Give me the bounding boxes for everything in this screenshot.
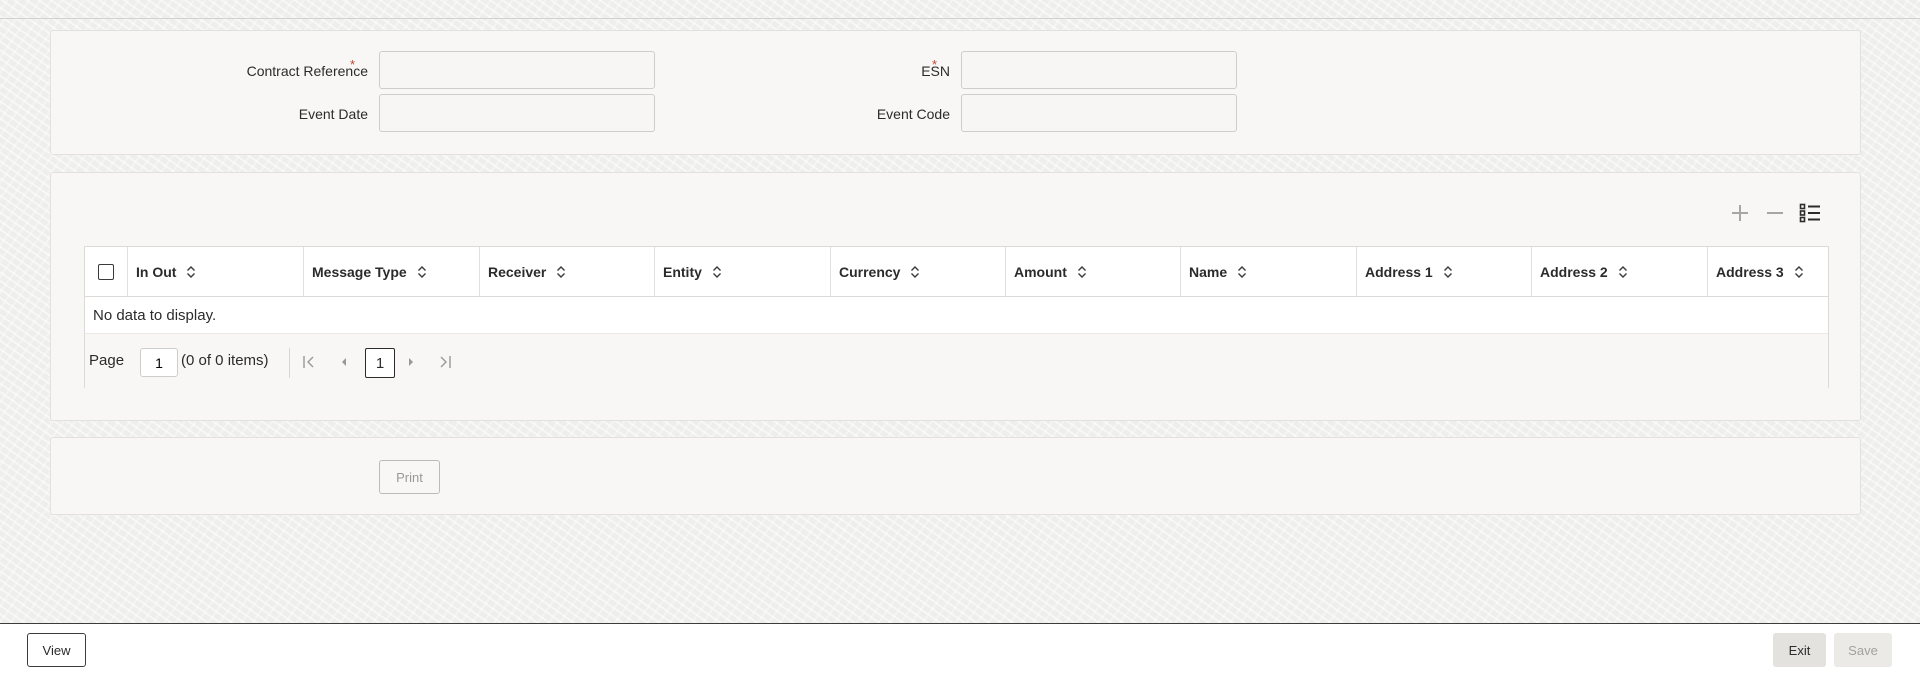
sort-icon[interactable] — [1237, 265, 1247, 279]
sort-icon[interactable] — [1443, 265, 1453, 279]
column-header-entity[interactable]: Entity — [655, 247, 831, 297]
column-list-icon[interactable] — [1798, 201, 1822, 225]
sort-icon[interactable] — [1077, 265, 1087, 279]
pager-divider — [289, 348, 290, 378]
plus-icon[interactable] — [1728, 201, 1752, 225]
contract-reference-required-marker: * — [350, 57, 356, 72]
message-grid-panel: In Out Message Type Receiver Entity Curr… — [50, 172, 1861, 421]
esn-input[interactable] — [961, 51, 1237, 89]
page-number-input[interactable] — [140, 348, 178, 377]
column-header-amount[interactable]: Amount — [1006, 247, 1181, 297]
sort-icon[interactable] — [186, 265, 196, 279]
esn-required-marker: * — [932, 57, 938, 72]
column-header-address-2[interactable]: Address 2 — [1532, 247, 1708, 297]
page-label: Page — [89, 352, 125, 369]
sort-icon[interactable] — [417, 265, 427, 279]
select-all-checkbox[interactable] — [98, 264, 114, 280]
first-page-icon[interactable] — [301, 354, 317, 370]
minus-icon[interactable] — [1763, 201, 1787, 225]
column-header-currency[interactable]: Currency — [831, 247, 1006, 297]
event-code-input[interactable] — [961, 94, 1237, 132]
sort-icon[interactable] — [712, 265, 722, 279]
column-header-address-3[interactable]: Address 3 — [1708, 247, 1829, 297]
event-code-label: Event Code — [876, 106, 950, 122]
column-header-address-1[interactable]: Address 1 — [1357, 247, 1532, 297]
exit-button[interactable]: Exit — [1773, 633, 1826, 667]
column-header-in-out[interactable]: In Out — [128, 247, 304, 297]
print-panel: Print — [50, 437, 1861, 515]
item-count: (0 of 0 items) — [181, 352, 269, 369]
top-divider — [0, 18, 1920, 19]
save-button[interactable]: Save — [1834, 633, 1892, 667]
table-header: In Out Message Type Receiver Entity Curr… — [85, 247, 1828, 297]
current-page-indicator[interactable]: 1 — [365, 348, 395, 378]
criteria-panel: Contract Reference * Event Date ESN * Ev… — [50, 30, 1861, 155]
column-header-receiver[interactable]: Receiver — [480, 247, 655, 297]
column-header-message-type[interactable]: Message Type — [304, 247, 480, 297]
next-page-icon[interactable] — [403, 354, 419, 370]
view-button[interactable]: View — [27, 633, 86, 667]
message-table: In Out Message Type Receiver Entity Curr… — [84, 246, 1829, 388]
footer-bar: View Exit Save — [0, 623, 1920, 675]
contract-reference-input[interactable] — [379, 51, 655, 89]
sort-icon[interactable] — [910, 265, 920, 279]
pagination-bar: Page (0 of 0 items) 1 — [85, 333, 1828, 388]
select-all-cell — [85, 247, 128, 297]
previous-page-icon[interactable] — [336, 354, 352, 370]
print-button[interactable]: Print — [379, 460, 440, 494]
event-date-label: Event Date — [298, 106, 368, 122]
sort-icon[interactable] — [556, 265, 566, 279]
sort-icon[interactable] — [1618, 265, 1628, 279]
sort-icon[interactable] — [1794, 265, 1804, 279]
column-header-name[interactable]: Name — [1181, 247, 1357, 297]
event-date-input[interactable] — [379, 94, 655, 132]
no-data-message: No data to display. — [85, 297, 1828, 333]
last-page-icon[interactable] — [437, 354, 453, 370]
